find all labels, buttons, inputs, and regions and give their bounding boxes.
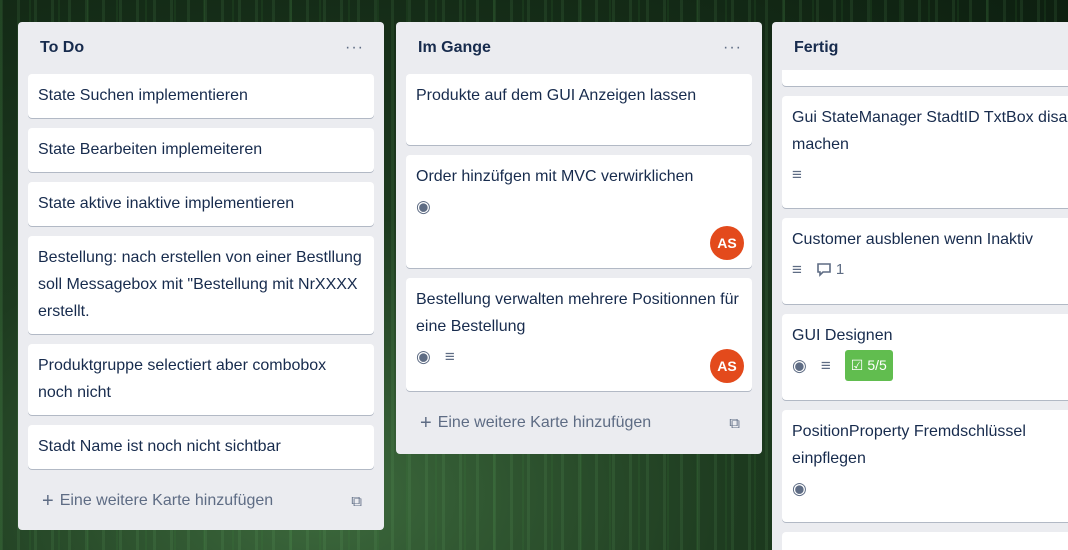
list-header: To Do ··· [28, 22, 374, 74]
template-icon[interactable]: ⧉ [351, 493, 362, 510]
plus-icon: + [42, 489, 54, 512]
card-title: Order hinzüfgen mit MVC verwirklichen [416, 168, 694, 185]
card-partial[interactable] [782, 70, 1068, 86]
checklist-count: 5/5 [867, 356, 887, 373]
watch-icon: ◉ [416, 196, 431, 216]
card-title: Stadt Name ist noch nicht sichtbar [38, 438, 281, 455]
list-title[interactable]: Im Gange [418, 39, 491, 57]
card-badges: ◉ [416, 192, 742, 220]
list-done: Fertig Gui StateManager StadtID TxtBox d… [772, 22, 1068, 550]
add-card-label: Eine weitere Karte hinzufügen [59, 492, 274, 509]
comment-icon: 1 [816, 256, 844, 283]
add-card-label: Eine weitere Karte hinzufügen [437, 414, 652, 431]
card[interactable]: Order hinzüfgen mit MVC verwirklichen ◉ … [406, 155, 752, 268]
description-icon: ≡ [820, 355, 831, 375]
description-icon: ≡ [444, 346, 455, 366]
card-title: GUI Designen [792, 327, 893, 344]
card[interactable]: State Bearbeiten implemeiteren [28, 128, 374, 172]
list-menu-button[interactable]: ··· [339, 39, 370, 57]
list-title[interactable]: Fertig [794, 39, 838, 57]
card-title: Customer ausblenen wenn Inaktiv [792, 231, 1034, 248]
card-title: State aktive inaktive implementieren [38, 195, 295, 212]
card[interactable]: Produktgruppe selectiert aber combobox n… [28, 344, 374, 415]
card-badges: ◉ ≡ ☑ 5/5 [792, 349, 1068, 381]
card-title: Bestellung verwalten mehrere Positionnen… [416, 291, 739, 335]
description-icon: ≡ [792, 164, 802, 184]
card[interactable]: Customer ausblenen wenn Inaktiv ≡ 1 [782, 218, 1068, 304]
description-icon: ≡ [792, 259, 802, 279]
card[interactable]: Bestellung: nach erstellen von einer Bes… [28, 236, 374, 334]
card-badges: ≡ [792, 160, 1068, 188]
card-title: Produkte auf dem GUI Anzeigen lassen [416, 87, 697, 104]
template-icon[interactable]: ⧉ [729, 415, 740, 432]
card[interactable]: Produkte auf dem GUI Anzeigen lassen [406, 74, 752, 145]
card-title: State Suchen implementieren [38, 87, 248, 104]
list-header: Im Gange ··· [406, 22, 752, 74]
watch-icon: ◉ [792, 478, 807, 498]
add-card-button[interactable]: + Eine weitere Karte hinzufügen ⧉ [28, 479, 374, 523]
card[interactable]: Gui StateManager StadtID TxtBox disable … [782, 96, 1068, 208]
card-title: Produktgruppe selectiert aber combobox n… [38, 357, 327, 401]
member-avatar[interactable]: AS [710, 349, 744, 383]
list-header: Fertig [782, 22, 1068, 74]
checklist-icon: ☑ [850, 356, 864, 373]
card[interactable]: GUI Designen ◉ ≡ ☑ 5/5 [782, 314, 1068, 400]
card[interactable]: State aktive inaktive implementieren [28, 182, 374, 226]
card-badges: ≡ 1 [792, 255, 1068, 283]
plus-icon: + [420, 411, 432, 434]
member-avatar[interactable]: AS [710, 226, 744, 260]
card[interactable]: State Suchen implementieren [28, 74, 374, 118]
card[interactable]: Bestellung verwalten mehrere Positionnen… [406, 278, 752, 391]
watch-icon: ◉ [792, 355, 807, 375]
list-title[interactable]: To Do [40, 39, 84, 57]
add-card-button[interactable]: + Eine weitere Karte hinzufügen ⧉ [406, 401, 752, 445]
list-todo: To Do ··· State Suchen implementieren St… [18, 22, 384, 530]
card-partial[interactable] [782, 532, 1068, 550]
card-title: Bestellung: nach erstellen von einer Bes… [38, 249, 362, 320]
card-badges: ◉ [792, 474, 1068, 502]
card-title: State Bearbeiten implemeiteren [38, 141, 263, 158]
comment-count: 1 [835, 260, 845, 278]
watch-icon: ◉ [416, 346, 431, 366]
board: To Do ··· State Suchen implementieren St… [0, 0, 1068, 550]
checklist-badge: ☑ 5/5 [844, 349, 893, 381]
list-menu-button[interactable]: ··· [717, 39, 748, 57]
card-badges: ◉ ≡ [416, 342, 742, 370]
card-title: PositionProperty Fremdschlüssel einpfleg… [792, 423, 1026, 467]
comment-icon-glyph [817, 262, 831, 277]
card[interactable]: Stadt Name ist noch nicht sichtbar [28, 425, 374, 469]
card-title: Gui StateManager StadtID TxtBox disable … [792, 109, 1068, 153]
card[interactable]: PositionProperty Fremdschlüssel einpfleg… [782, 410, 1068, 522]
list-in-progress: Im Gange ··· Produkte auf dem GUI Anzeig… [396, 22, 762, 454]
